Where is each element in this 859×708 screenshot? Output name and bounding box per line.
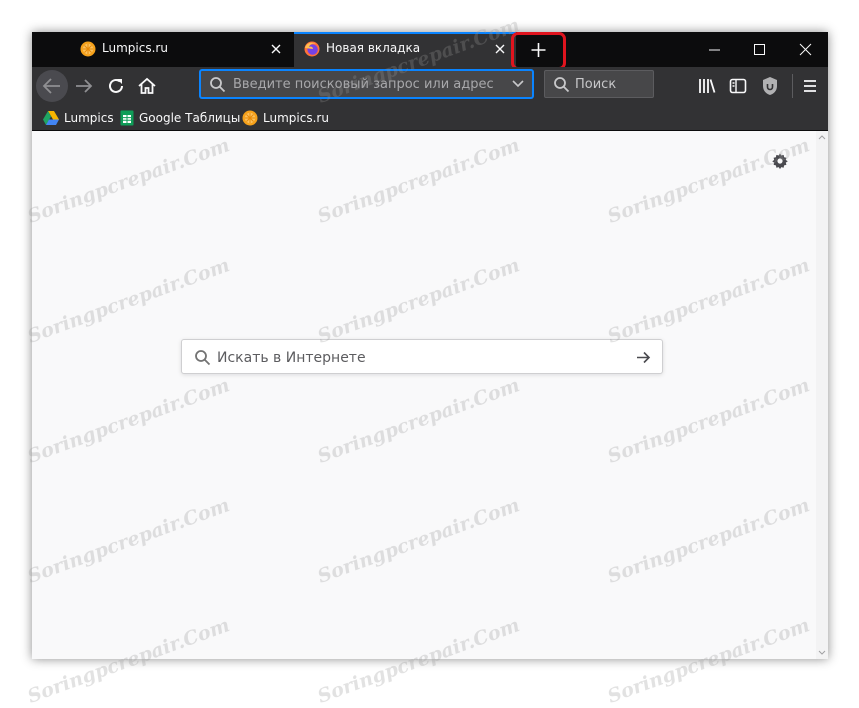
url-bar[interactable] <box>200 70 533 98</box>
search-icon <box>554 77 570 93</box>
bookmark-google-sheets[interactable]: Google Таблицы <box>120 108 240 128</box>
menu-button[interactable] <box>798 74 822 98</box>
chevron-down-icon[interactable] <box>512 79 524 89</box>
sidebar-icon <box>729 78 747 94</box>
navigation-toolbar <box>32 67 828 105</box>
search-bar[interactable] <box>544 70 654 98</box>
home-icon <box>138 77 156 94</box>
search-input[interactable] <box>575 76 650 92</box>
minimize-icon <box>709 49 720 51</box>
new-tab-highlight <box>511 32 566 70</box>
toolbar-separator <box>792 74 793 98</box>
lumpics-orange-icon <box>242 110 258 126</box>
tab-label: Новая вкладка <box>326 41 421 55</box>
new-tab-page <box>32 131 828 659</box>
close-window-button[interactable] <box>783 32 828 67</box>
library-icon <box>699 79 716 93</box>
scrollbar[interactable] <box>816 131 828 659</box>
arrow-right-icon[interactable] <box>635 349 652 366</box>
firefox-icon <box>304 41 320 57</box>
bookmark-label: Google Таблицы <box>139 111 241 125</box>
ublock-button[interactable] <box>758 74 782 98</box>
bookmark-label: Lumpics.ru <box>263 111 329 125</box>
scroll-up-icon[interactable] <box>818 134 826 140</box>
tab-new-tab[interactable]: Новая вкладка <box>294 32 516 67</box>
gear-icon[interactable] <box>771 152 789 170</box>
reload-icon <box>109 78 123 93</box>
minimize-button[interactable] <box>692 32 737 67</box>
sidebar-button[interactable] <box>726 74 750 98</box>
maximize-button[interactable] <box>737 32 782 67</box>
google-sheets-icon <box>120 110 134 126</box>
arrow-right-icon <box>76 79 93 93</box>
tab-lumpics[interactable]: Lumpics.ru <box>70 32 292 67</box>
reload-button[interactable] <box>104 74 128 98</box>
google-drive-icon <box>43 111 59 125</box>
shield-icon <box>763 77 777 95</box>
browser-window: Lumpics.ru Новая вкладка Введите поисков… <box>32 32 828 659</box>
scroll-down-icon[interactable] <box>818 650 826 656</box>
forward-button[interactable] <box>72 74 96 98</box>
close-icon[interactable] <box>492 41 508 57</box>
url-input[interactable] <box>233 76 493 92</box>
search-icon <box>210 77 226 93</box>
tab-label: Lumpics.ru <box>102 41 168 55</box>
web-search-input[interactable] <box>217 349 617 366</box>
close-icon[interactable] <box>268 41 284 57</box>
arrow-left-icon <box>42 78 60 94</box>
bookmark-lumpics-ru[interactable]: Lumpics.ru <box>242 108 329 128</box>
bookmark-label: Lumpics <box>64 111 114 125</box>
home-button[interactable] <box>135 74 159 98</box>
search-icon <box>195 350 211 366</box>
bookmark-lumpics[interactable]: Lumpics <box>43 108 114 128</box>
library-button[interactable] <box>695 74 719 98</box>
web-search-box[interactable] <box>181 339 663 374</box>
hamburger-menu-icon <box>804 80 816 92</box>
tab-strip: Lumpics.ru Новая вкладка <box>32 32 828 70</box>
back-button[interactable] <box>36 70 68 102</box>
bookmarks-toolbar: Lumpics Google Таблицы Lumpics.ru <box>32 105 828 131</box>
maximize-icon <box>754 44 765 55</box>
close-icon <box>799 43 812 56</box>
lumpics-orange-icon <box>80 41 96 57</box>
